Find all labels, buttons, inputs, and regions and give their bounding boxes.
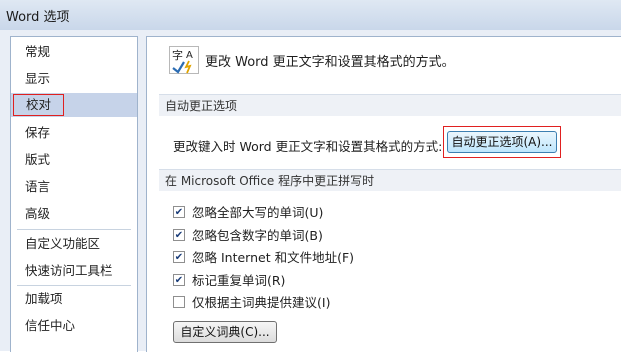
autocorrect-description: 更改键入时 Word 更正文字和设置其格式的方式:	[173, 139, 443, 154]
checkbox[interactable]: ✔	[173, 274, 185, 286]
proofing-panel: 字 A 更改 Word 更正文字和设置其格式的方式。 自动更正选项 更改键入时 …	[146, 36, 621, 352]
sidebar-item-label: 信任中心	[25, 318, 76, 333]
sidebar-item-customize-ribbon[interactable]: 自定义功能区	[11, 232, 137, 256]
sidebar-item-trust-center[interactable]: 信任中心	[11, 314, 137, 338]
checkbox-label: 忽略包含数字的单词(B)	[192, 228, 323, 243]
checkbox[interactable]	[173, 296, 185, 308]
sidebar-item-label: 语言	[25, 179, 51, 194]
autocorrect-options-button[interactable]: 自动更正选项(A)...	[447, 131, 557, 153]
sidebar-item-label: 版式	[25, 152, 51, 167]
options-sidebar: 常规 显示 校对 保存 版式 语言 高级 自定义功能区 快速访问工具栏 加载项 …	[10, 36, 138, 352]
sidebar-item-quick-access-toolbar[interactable]: 快速访问工具栏	[11, 259, 137, 283]
checkbox-label: 忽略 Internet 和文件地址(F)	[192, 250, 355, 265]
checkbox-label: 标记重复单词(R)	[192, 273, 286, 288]
sidebar-item-proofing[interactable]: 校对	[11, 93, 137, 117]
svg-text:字: 字	[172, 48, 183, 62]
checkbox[interactable]: ✔	[173, 229, 185, 241]
sidebar-divider	[17, 229, 131, 230]
sidebar-item-layout[interactable]: 版式	[11, 148, 137, 172]
autocorrect-section-header: 自动更正选项	[159, 94, 621, 116]
checkbox-label: 仅根据主词典提供建议(I)	[192, 295, 331, 310]
sidebar-item-label: 显示	[25, 71, 51, 86]
svg-text:A: A	[186, 50, 193, 61]
sidebar-item-label: 加载项	[25, 291, 63, 306]
sidebar-item-label: 保存	[25, 125, 51, 140]
sidebar-item-general[interactable]: 常规	[11, 40, 137, 64]
window-title: Word 选项	[6, 10, 70, 25]
checkbox[interactable]: ✔	[173, 251, 185, 263]
sidebar-item-label: 高级	[25, 206, 51, 221]
sidebar-item-label: 校对	[13, 94, 65, 116]
sidebar-item-display[interactable]: 显示	[11, 67, 137, 91]
page-description: 更改 Word 更正文字和设置其格式的方式。	[205, 55, 455, 70]
checkbox[interactable]: ✔	[173, 206, 185, 218]
proofing-abc-check-icon: 字 A	[169, 46, 199, 74]
sidebar-item-label: 快速访问工具栏	[25, 263, 113, 278]
checkbox-label: 忽略全部大写的单词(U)	[192, 205, 324, 220]
sidebar-item-label: 自定义功能区	[25, 236, 101, 251]
sidebar-item-advanced[interactable]: 高级	[11, 202, 137, 226]
sidebar-divider	[17, 285, 131, 286]
spelling-section-header: 在 Microsoft Office 程序中更正拼写时	[159, 169, 621, 191]
title-bar: Word 选项	[0, 0, 621, 30]
sidebar-item-save[interactable]: 保存	[11, 121, 137, 145]
sidebar-item-add-ins[interactable]: 加载项	[11, 287, 137, 311]
sidebar-item-label: 常规	[25, 44, 51, 59]
custom-dictionaries-button[interactable]: 自定义词典(C)...	[173, 321, 277, 343]
sidebar-item-language[interactable]: 语言	[11, 175, 137, 199]
